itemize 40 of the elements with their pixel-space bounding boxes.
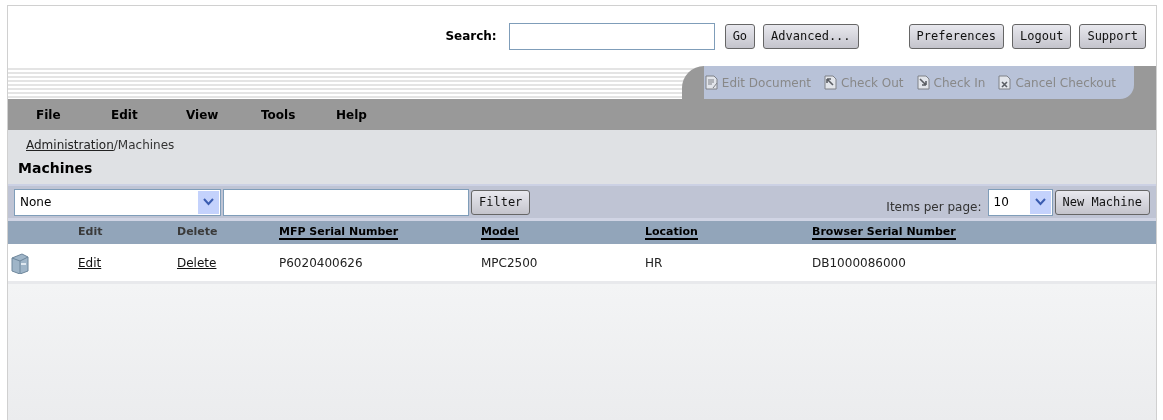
filter-field[interactable] — [223, 188, 469, 216]
table-cell-text: HR — [645, 255, 664, 270]
column-header[interactable]: Location — [645, 225, 698, 240]
chevron-down-icon — [203, 198, 214, 206]
header-button[interactable]: Preferences — [908, 23, 1005, 49]
table-cell-text: P6020400626 — [279, 255, 364, 270]
breadcrumb-current: Machines — [117, 138, 175, 152]
chevron-down-icon — [1034, 198, 1046, 206]
column-header: Edit — [78, 225, 103, 240]
column-header[interactable]: MFP Serial Number — [279, 225, 399, 240]
breadcrumb-link[interactable]: Administration — [26, 138, 114, 152]
new-machine-button[interactable]: New Machine — [1054, 189, 1150, 215]
column-header[interactable]: Model — [481, 225, 519, 240]
filter-dropdown[interactable]: None — [14, 188, 221, 216]
page-title: Machines — [17, 159, 94, 178]
items-per-page-label: Items per page: — [886, 200, 982, 216]
table-cell-text: MPC2500 — [481, 255, 539, 270]
menu-item[interactable]: Edit — [111, 107, 186, 122]
document-edit-icon — [703, 75, 719, 90]
header-button[interactable]: Support — [1079, 23, 1146, 49]
menu-item[interactable]: Tools — [261, 107, 336, 122]
menu-item[interactable]: Help — [336, 107, 411, 122]
document-arrow-icon — [915, 75, 931, 90]
items-per-page-dropdown[interactable]: 10 — [987, 188, 1053, 216]
edit-link[interactable]: Edit — [78, 255, 102, 270]
filter-button[interactable]: Filter — [471, 189, 531, 215]
table-cell-text: DB1000086000 — [812, 255, 907, 270]
document-x-icon — [997, 75, 1013, 90]
go-button[interactable]: Go — [724, 23, 756, 49]
column-header[interactable]: Browser Serial Number — [812, 225, 956, 240]
header-button[interactable]: Logout — [1012, 23, 1072, 49]
menu-item[interactable]: View — [186, 107, 261, 122]
search-field[interactable] — [508, 22, 715, 50]
document-arrow-icon — [823, 75, 839, 90]
column-header: Delete — [177, 225, 218, 240]
menu-item[interactable]: File — [36, 107, 111, 122]
advanced-button[interactable]: Advanced... — [763, 23, 859, 49]
search-label: Search: — [445, 29, 497, 43]
breadcrumb-separator: / — [113, 138, 118, 152]
delete-link[interactable]: Delete — [177, 255, 217, 270]
